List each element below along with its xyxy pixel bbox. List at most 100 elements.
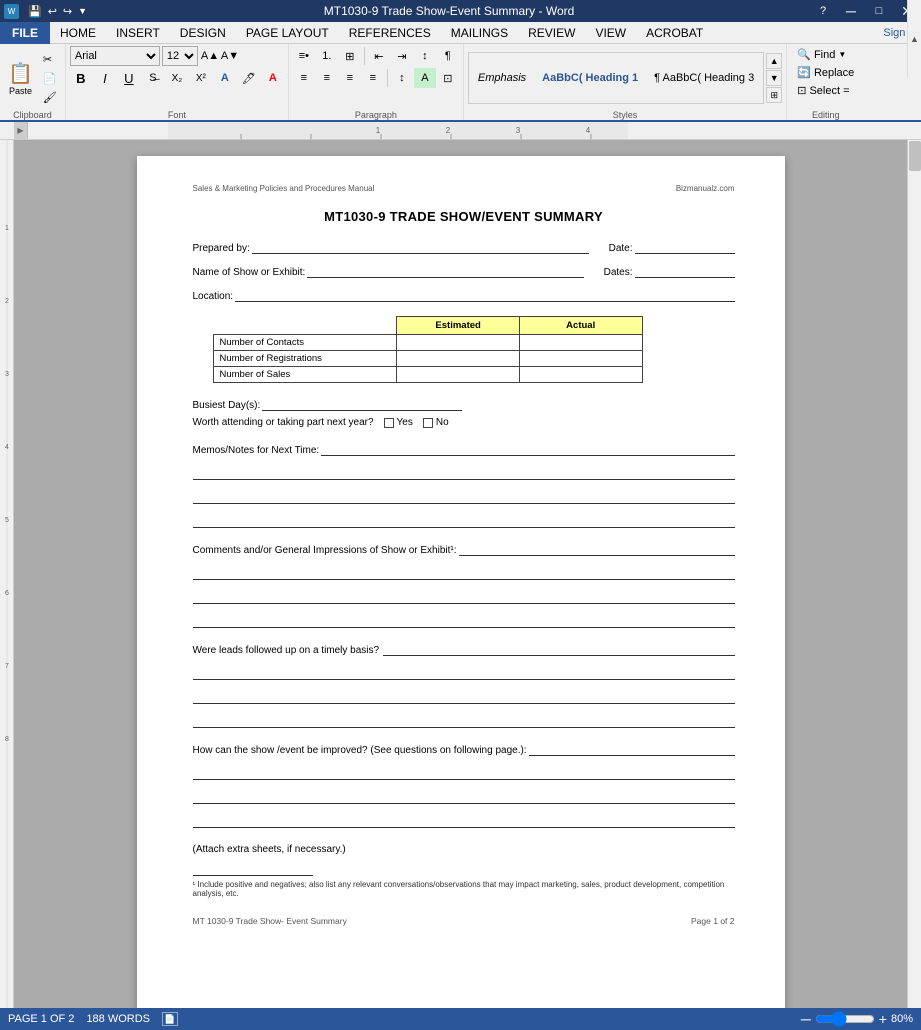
increase-font-button[interactable]: A▲	[200, 47, 218, 65]
right-scrollbar[interactable]	[907, 140, 921, 1010]
underline-button[interactable]: U	[118, 68, 140, 88]
comments-blank-line-3	[193, 612, 735, 628]
zoom-in-button[interactable]: +	[879, 1011, 887, 1027]
yes-checkbox[interactable]	[384, 418, 394, 428]
no-checkbox[interactable]	[423, 418, 433, 428]
align-right-button[interactable]: ≡	[339, 68, 361, 88]
ribbon-group-font: Arial 12 A▲ A▼ B I U S̶ X₂ X² A 🖊 A Font	[66, 44, 289, 120]
location-line	[235, 288, 734, 302]
style-emphasis[interactable]: Emphasis	[471, 69, 533, 87]
location-label: Location:	[193, 291, 234, 302]
font-name-select[interactable]: Arial	[70, 46, 160, 66]
date-label: Date:	[609, 243, 633, 254]
menu-home[interactable]: HOME	[50, 22, 106, 44]
bullets-button[interactable]: ≡•	[293, 46, 315, 66]
numbering-button[interactable]: 1.	[316, 46, 338, 66]
format-painter-button[interactable]: 🖌	[39, 89, 61, 106]
undo-button[interactable]: ↩	[46, 5, 59, 18]
customize-qat-button[interactable]: ▼	[76, 5, 89, 18]
style-heading3[interactable]: ¶ AaBbC( Heading 3	[647, 69, 761, 87]
styles-scroll-up[interactable]: ▲	[766, 53, 782, 69]
redo-button[interactable]: ↪	[61, 5, 74, 18]
menu-review[interactable]: REVIEW	[518, 22, 585, 44]
menu-page-layout[interactable]: PAGE LAYOUT	[236, 22, 339, 44]
page-footer: MT 1030-9 Trade Show- Event Summary Page…	[193, 916, 735, 926]
improve-blank-line-3	[193, 812, 735, 828]
svg-text:5: 5	[5, 517, 9, 524]
select-button[interactable]: ⊡ Select =	[793, 82, 858, 99]
multilevel-button[interactable]: ⊞	[339, 46, 361, 66]
cut-button[interactable]: ✂	[39, 51, 61, 68]
leads-line	[383, 642, 734, 656]
menu-design[interactable]: DESIGN	[170, 22, 236, 44]
table-row: Number of Registrations	[213, 351, 642, 367]
styles-scroll-down[interactable]: ▼	[766, 70, 782, 86]
zoom-out-button[interactable]: ─	[801, 1011, 811, 1027]
strikethrough-button[interactable]: S̶	[142, 68, 164, 88]
font-size-select[interactable]: 12	[162, 46, 198, 66]
bold-button[interactable]: B	[70, 68, 92, 88]
style-heading1[interactable]: AaBbC( Heading 1	[535, 69, 645, 87]
show-name-line	[307, 264, 583, 278]
subscript-button[interactable]: X₂	[166, 68, 188, 88]
menu-references[interactable]: REFERENCES	[339, 22, 441, 44]
zoom-slider[interactable]	[815, 1015, 875, 1023]
text-highlight-button[interactable]: 🖊	[238, 68, 260, 88]
paste-button[interactable]: 📋 Paste	[4, 59, 37, 98]
styles-group-label: Styles	[468, 110, 782, 120]
ribbon-group-paragraph: ≡• 1. ⊞ ⇤ ⇥ ↕ ¶ ≡ ≡ ≡ ≡ ↕ A ⊡ Paragraph	[289, 44, 464, 120]
increase-indent-button[interactable]: ⇥	[391, 46, 413, 66]
font-color-button[interactable]: A	[262, 68, 284, 88]
menu-bar: FILE HOME INSERT DESIGN PAGE LAYOUT REFE…	[0, 22, 921, 44]
location-row: Location:	[193, 288, 735, 302]
prepared-by-line	[252, 240, 589, 254]
align-center-button[interactable]: ≡	[316, 68, 338, 88]
ribbon-collapse-button[interactable]: ▲	[907, 0, 921, 78]
borders-button[interactable]: ⊡	[437, 68, 459, 88]
align-left-button[interactable]: ≡	[293, 68, 315, 88]
table-header-estimated: Estimated	[397, 317, 520, 335]
table-cell-registrations: Number of Registrations	[213, 351, 397, 367]
maximize-button[interactable]: □	[865, 0, 893, 22]
comments-row: Comments and/or General Impressions of S…	[193, 542, 735, 556]
justify-button[interactable]: ≡	[362, 68, 384, 88]
save-button[interactable]: 💾	[26, 5, 44, 18]
memos-label: Memos/Notes for Next Time:	[193, 445, 320, 456]
menu-acrobat[interactable]: ACROBAT	[636, 22, 713, 44]
decrease-font-button[interactable]: A▼	[220, 47, 238, 65]
svg-text:4: 4	[586, 126, 591, 135]
replace-button[interactable]: 🔄 Replace	[793, 64, 858, 81]
superscript-button[interactable]: X²	[190, 68, 212, 88]
svg-text:8: 8	[5, 736, 9, 743]
svg-text:1: 1	[5, 225, 9, 232]
line-spacing-button[interactable]: ↕	[391, 68, 413, 88]
help-button[interactable]: ?	[809, 0, 837, 22]
leads-blank-line-3	[193, 712, 735, 728]
comments-blank-line-1	[193, 564, 735, 580]
menu-insert[interactable]: INSERT	[106, 22, 170, 44]
ribbon-group-styles: Emphasis AaBbC( Heading 1 ¶ AaBbC( Headi…	[464, 44, 787, 120]
improve-label: How can the show /event be improved? (Se…	[193, 745, 527, 756]
page-view-icon[interactable]: 📄	[162, 1012, 178, 1026]
busiest-days-row: Busiest Day(s):	[193, 397, 735, 411]
minimize-button[interactable]: ─	[837, 0, 865, 22]
find-button[interactable]: 🔍 Find ▼	[793, 46, 858, 63]
show-marks-button[interactable]: ¶	[437, 46, 459, 66]
text-effects-button[interactable]: A	[214, 68, 236, 88]
styles-expand[interactable]: ⊞	[766, 87, 782, 103]
replace-icon: 🔄	[797, 66, 811, 79]
copy-button[interactable]: 📄	[39, 70, 61, 87]
worth-attending-label: Worth attending or taking part next year…	[193, 417, 374, 428]
decrease-indent-button[interactable]: ⇤	[368, 46, 390, 66]
menu-view[interactable]: VIEW	[585, 22, 636, 44]
word-count: 188 WORDS	[86, 1013, 150, 1025]
menu-mailings[interactable]: MAILINGS	[441, 22, 518, 44]
clipboard-label: Clipboard	[4, 110, 61, 120]
svg-text:4: 4	[5, 444, 9, 451]
menu-file[interactable]: FILE	[0, 22, 50, 44]
italic-button[interactable]: I	[94, 68, 116, 88]
sort-button[interactable]: ↕	[414, 46, 436, 66]
dates-label: Dates:	[604, 267, 633, 278]
shading-button[interactable]: A	[414, 68, 436, 88]
leads-row: Were leads followed up on a timely basis…	[193, 642, 735, 656]
